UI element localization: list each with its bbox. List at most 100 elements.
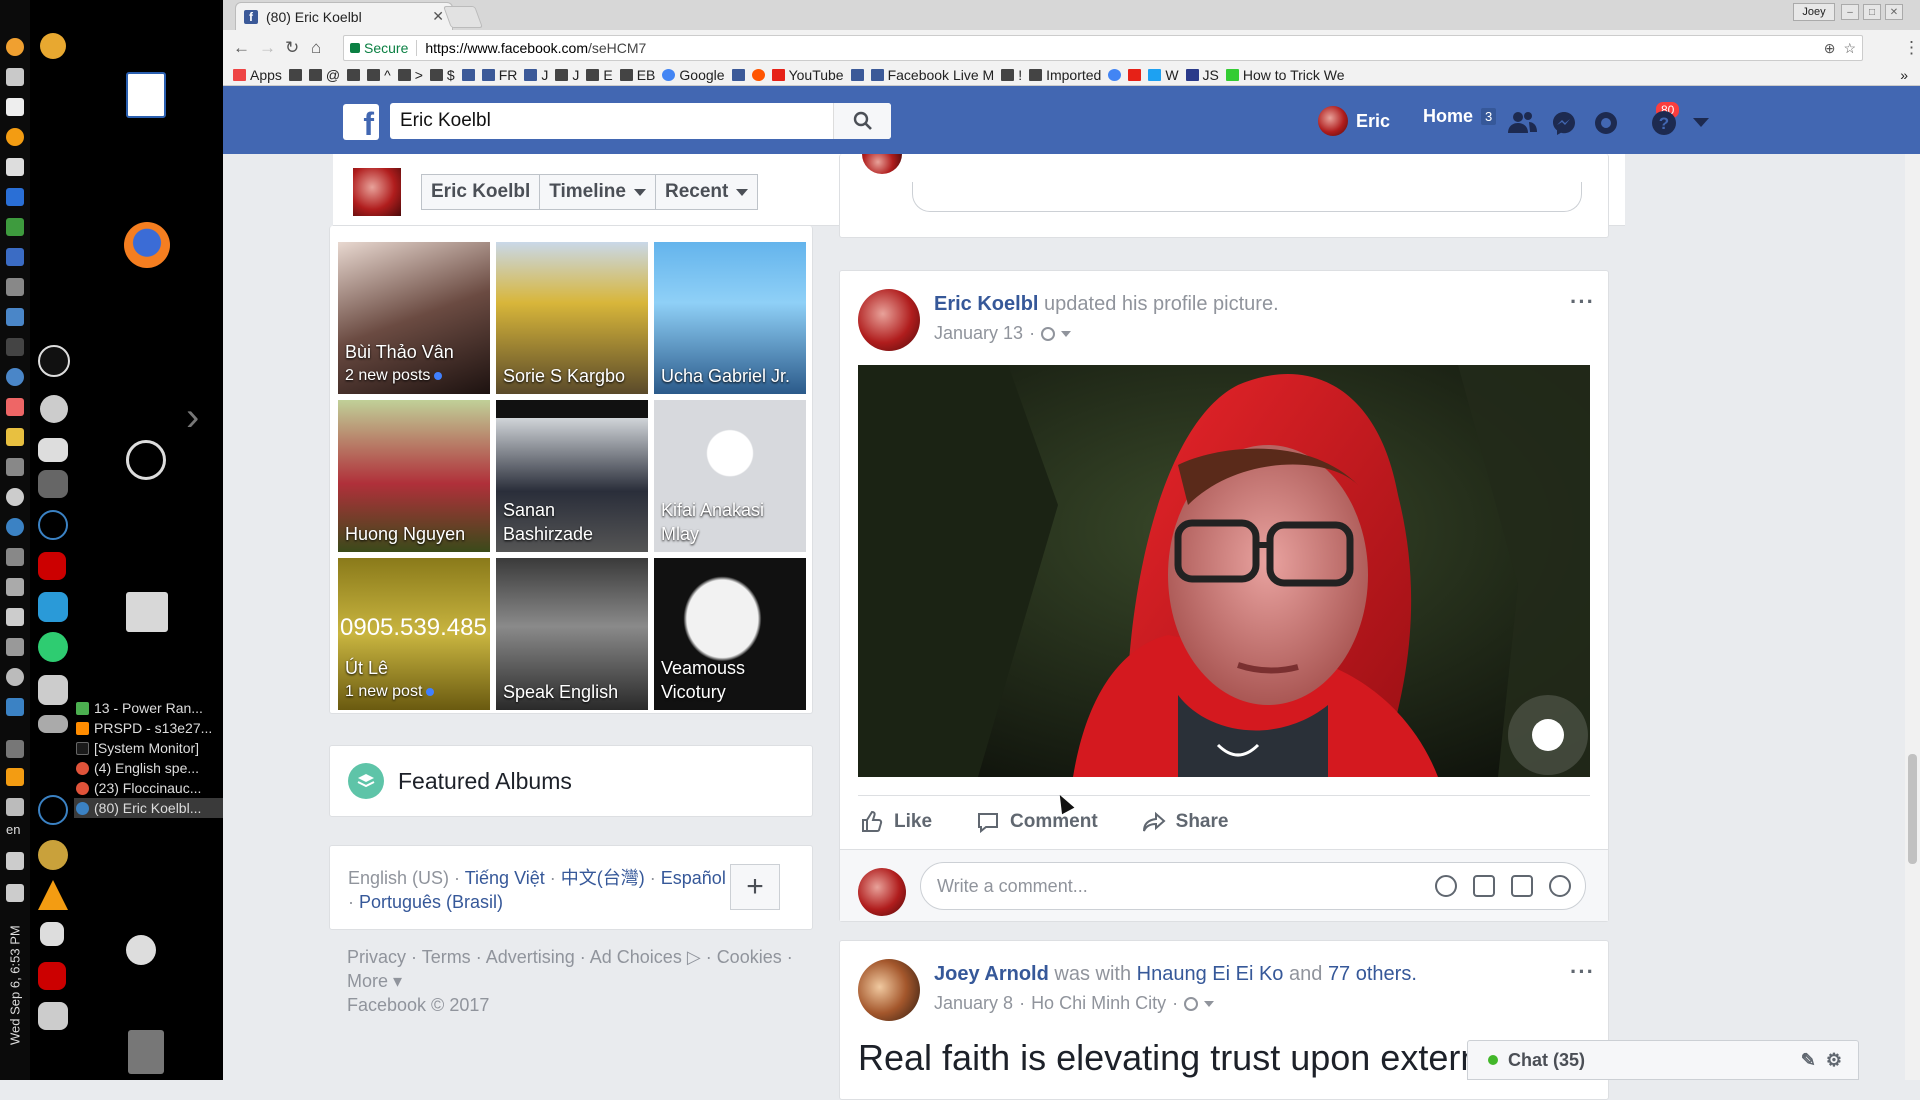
bitcoin-icon[interactable]: [40, 33, 66, 59]
volume-icon[interactable]: [6, 852, 24, 870]
bookmark-item[interactable]: JS: [1185, 67, 1219, 83]
help-icon[interactable]: ?: [1651, 110, 1677, 135]
language-link[interactable]: Tiếng Việt: [465, 868, 545, 888]
post-options-icon[interactable]: ···: [1570, 959, 1595, 985]
dogecoin-icon[interactable]: [38, 840, 68, 870]
comment-button[interactable]: Comment: [976, 810, 1098, 834]
profile-photo[interactable]: [858, 365, 1590, 777]
caret-down-icon[interactable]: [1204, 1000, 1215, 1007]
account-menu-caret-icon[interactable]: [1693, 118, 1709, 127]
friend-tile[interactable]: Veamouss Vicotury: [654, 558, 806, 710]
page-scrollbar[interactable]: [1905, 154, 1920, 1080]
bookmark-item[interactable]: ^: [367, 67, 391, 83]
footer-link[interactable]: Terms: [422, 947, 471, 967]
vlc-icon[interactable]: [6, 768, 24, 786]
footer-link[interactable]: Privacy: [347, 947, 406, 967]
compose-icon[interactable]: ✎: [1801, 1050, 1816, 1071]
atom-icon[interactable]: [38, 510, 68, 540]
text-editor-icon[interactable]: [6, 68, 24, 86]
app-icon[interactable]: [38, 470, 68, 498]
bookmark-item[interactable]: How to Trick We: [1225, 67, 1345, 83]
friend-tile[interactable]: Speak English: [496, 558, 648, 710]
post-date[interactable]: January 8: [934, 993, 1013, 1014]
app-icon[interactable]: [38, 592, 68, 622]
clock[interactable]: Wed Sep 6, 6:53 PM: [2, 910, 28, 1060]
user-icon[interactable]: [126, 935, 156, 965]
search-input[interactable]: Eric Koelbl: [390, 103, 891, 139]
timeline-dropdown[interactable]: Timeline: [540, 175, 656, 209]
display-icon[interactable]: [6, 578, 24, 596]
add-language-button[interactable]: +: [730, 864, 780, 910]
friend-tile[interactable]: Kifai Anakasi Mlay: [654, 400, 806, 552]
bookmark-item[interactable]: >: [397, 67, 423, 83]
facebook-logo-icon[interactable]: f: [343, 104, 379, 140]
coin-icon[interactable]: [6, 128, 24, 146]
bookmark-item[interactable]: W: [1148, 67, 1179, 83]
friend-tile[interactable]: 0905.539.485 Út Lê 1 new post: [338, 558, 490, 710]
notifications-icon[interactable]: [1593, 110, 1619, 134]
author-name-link[interactable]: Joey Arnold: [934, 963, 1049, 985]
grid-app-icon[interactable]: [6, 248, 24, 266]
window-list-item[interactable]: [System Monitor]: [74, 738, 224, 758]
camera-icon[interactable]: [1473, 875, 1495, 897]
star-icon[interactable]: ☆: [1843, 40, 1856, 57]
vlc-icon[interactable]: [38, 880, 68, 910]
window-list-item[interactable]: (4) English spe...: [74, 758, 224, 778]
bookmark-item[interactable]: YouTube: [771, 67, 844, 83]
browser-icon[interactable]: [6, 368, 24, 386]
friend-tile[interactable]: Ucha Gabriel Jr.: [654, 242, 806, 394]
close-window-icon[interactable]: ✕: [1885, 4, 1903, 20]
atom-icon[interactable]: [38, 795, 68, 825]
emoji-icon[interactable]: [1435, 875, 1457, 897]
footer-link[interactable]: Ad Choices: [590, 947, 682, 967]
zoom-icon[interactable]: ⊕: [1824, 40, 1836, 57]
ubuntu-icon[interactable]: [38, 345, 70, 377]
ubuntu-logo-icon[interactable]: [126, 440, 166, 480]
bookmark-item[interactable]: E: [586, 67, 613, 83]
bookmark-item[interactable]: @: [308, 67, 340, 83]
bookmark-item[interactable]: [751, 68, 765, 81]
friend-tile[interactable]: Huong Nguyen: [338, 400, 490, 552]
author-avatar[interactable]: [858, 289, 920, 351]
tagged-friend-link[interactable]: Hnaung Ei Ei Ko: [1137, 963, 1284, 985]
files-icon[interactable]: [6, 308, 24, 326]
profile-link[interactable]: Eric: [1318, 106, 1390, 136]
close-tab-icon[interactable]: ✕: [432, 8, 444, 25]
messenger-icon[interactable]: [1551, 110, 1577, 135]
bookmark-item[interactable]: Imported: [1029, 67, 1101, 83]
profile-thumbnail[interactable]: [353, 168, 401, 216]
notes-icon[interactable]: [6, 158, 24, 176]
post-options-icon[interactable]: ···: [1570, 289, 1595, 315]
bookmark-item[interactable]: [461, 68, 475, 81]
profile-button[interactable]: Joey: [1793, 3, 1835, 21]
file-cabinet-icon[interactable]: [126, 592, 168, 632]
bookmark-item[interactable]: [347, 68, 361, 81]
bookmark-item[interactable]: [1108, 68, 1122, 81]
bitcoin-icon[interactable]: [6, 38, 24, 56]
share-button[interactable]: Share: [1142, 810, 1228, 834]
footer-link[interactable]: Advertising: [486, 947, 575, 967]
wifi-icon[interactable]: [6, 798, 24, 816]
friend-tile[interactable]: Bùi Thảo Vân 2 new posts: [338, 242, 490, 394]
app-icon[interactable]: [6, 458, 24, 476]
like-button[interactable]: Like: [860, 810, 932, 834]
footer-more-link[interactable]: More: [347, 971, 388, 991]
author-avatar[interactable]: [858, 959, 920, 1021]
chat-bar[interactable]: Chat (35) ✎ ⚙: [1467, 1040, 1859, 1080]
tagged-others-link[interactable]: 77 others.: [1328, 963, 1417, 985]
app-icon[interactable]: [38, 715, 68, 733]
app-icon[interactable]: [6, 548, 24, 566]
bookmark-item[interactable]: Apps: [233, 67, 282, 83]
bookmark-item[interactable]: J: [555, 67, 579, 83]
reload-icon[interactable]: ↻: [285, 38, 299, 58]
author-name-link[interactable]: Eric Koelbl: [934, 293, 1038, 315]
app-icon[interactable]: [40, 395, 68, 423]
search-button[interactable]: [833, 103, 891, 139]
bookmark-item[interactable]: [850, 68, 864, 81]
document-icon[interactable]: [126, 72, 166, 118]
app-icon[interactable]: [38, 632, 68, 662]
calendar-icon[interactable]: [6, 188, 24, 206]
window-list-item-active[interactable]: (80) Eric Koelbl...: [74, 798, 224, 818]
filezilla-icon[interactable]: [38, 962, 66, 990]
caret-down-icon[interactable]: [1061, 330, 1072, 337]
